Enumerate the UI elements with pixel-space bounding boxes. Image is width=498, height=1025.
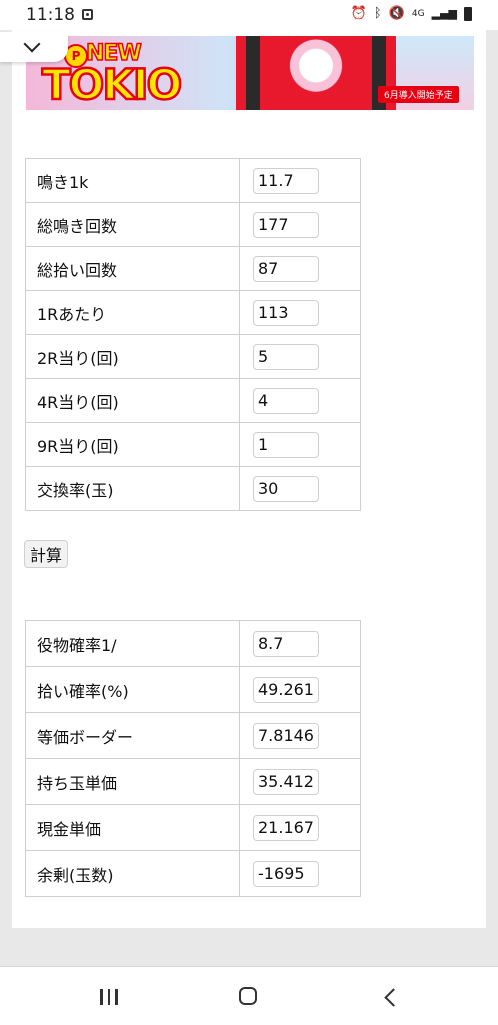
9r-hits-input[interactable] <box>253 431 319 458</box>
advertisement-banner[interactable]: P NEW TOKIO 6月導入開始予定 <box>26 36 474 110</box>
table-row: 総拾い回数 <box>25 246 361 291</box>
banner-machine-image <box>236 36 396 110</box>
row-label: 交換率(玉) <box>25 466 240 511</box>
recent-apps-icon[interactable] <box>100 989 118 1005</box>
battery-icon <box>464 6 472 21</box>
table-row: 現金単価 <box>25 804 361 851</box>
signal-icon: ▂▄▆ <box>431 7 457 20</box>
row-label: 総拾い回数 <box>25 246 240 291</box>
status-time: 11:18 <box>26 5 75 25</box>
equal-value-border-field[interactable] <box>253 722 319 749</box>
row-label: 持ち玉単価 <box>25 758 240 805</box>
table-row: 拾い確率(%) <box>25 666 361 713</box>
mute-icon: 🔇 <box>388 6 405 21</box>
status-icons: ⏰ ᛒ 🔇 4G ▂▄▆ <box>351 6 472 21</box>
row-label: 鳴き1k <box>25 158 240 203</box>
yakumono-probability-field[interactable] <box>253 630 319 657</box>
held-ball-unit-price-field[interactable] <box>253 768 319 795</box>
input-table: 鳴き1k 総鳴き回数 総拾い回数 1Rあたり 2R当り(回) 4R当り(回) 9… <box>25 158 361 511</box>
cash-unit-price-field[interactable] <box>253 814 319 841</box>
home-icon[interactable] <box>239 987 257 1005</box>
2r-hits-input[interactable] <box>253 343 319 370</box>
notification-app-icon <box>82 9 93 20</box>
row-label: 4R当り(回) <box>25 378 240 423</box>
status-bar: 11:18 ⏰ ᛒ 🔇 4G ▂▄▆ <box>0 0 498 30</box>
per-round-input[interactable] <box>253 299 319 326</box>
table-row: 余剰(玉数) <box>25 850 361 897</box>
collapse-banner-button[interactable] <box>0 32 68 62</box>
surplus-balls-field[interactable] <box>253 860 319 887</box>
row-label: 9R当り(回) <box>25 422 240 467</box>
row-label: 等価ボーダー <box>25 712 240 759</box>
chevron-down-icon <box>23 35 41 53</box>
table-row: 交換率(玉) <box>25 466 361 511</box>
calculate-button[interactable]: 計算 <box>24 540 69 568</box>
banner-release-notice: 6月導入開始予定 <box>378 86 459 103</box>
total-hiroi-count-input[interactable] <box>253 255 319 282</box>
back-icon[interactable] <box>384 988 403 1007</box>
table-row: 4R当り(回) <box>25 378 361 423</box>
table-row: 総鳴き回数 <box>25 202 361 247</box>
row-label: 現金単価 <box>25 804 240 851</box>
table-row: 1Rあたり <box>25 290 361 335</box>
total-naki-count-input[interactable] <box>253 211 319 238</box>
result-table: 役物確率1/ 拾い確率(%) 等価ボーダー 持ち玉単価 現金単価 余剰(玉数) <box>25 620 361 897</box>
row-label: 役物確率1/ <box>25 620 240 667</box>
table-row: 鳴き1k <box>25 158 361 203</box>
table-row: 2R当り(回) <box>25 334 361 379</box>
row-label: 拾い確率(%) <box>25 666 240 713</box>
exchange-rate-input[interactable] <box>253 475 319 502</box>
table-row: 役物確率1/ <box>25 620 361 667</box>
bluetooth-icon: ᛒ <box>373 6 382 21</box>
table-row: 9R当り(回) <box>25 422 361 467</box>
table-row: 持ち玉単価 <box>25 758 361 805</box>
4r-hits-input[interactable] <box>253 387 319 414</box>
banner-title-tokio: TOKIO <box>41 60 184 109</box>
naki-1k-input[interactable] <box>253 167 319 194</box>
network-type-label: 4G <box>411 8 425 19</box>
row-label: 1Rあたり <box>25 290 240 335</box>
table-row: 等価ボーダー <box>25 712 361 759</box>
row-label: 2R当り(回) <box>25 334 240 379</box>
row-label: 総鳴き回数 <box>25 202 240 247</box>
hiroi-probability-field[interactable] <box>253 676 319 703</box>
alarm-icon: ⏰ <box>350 6 367 21</box>
system-navigation-bar <box>0 966 498 1025</box>
row-label: 余剰(玉数) <box>25 850 240 897</box>
